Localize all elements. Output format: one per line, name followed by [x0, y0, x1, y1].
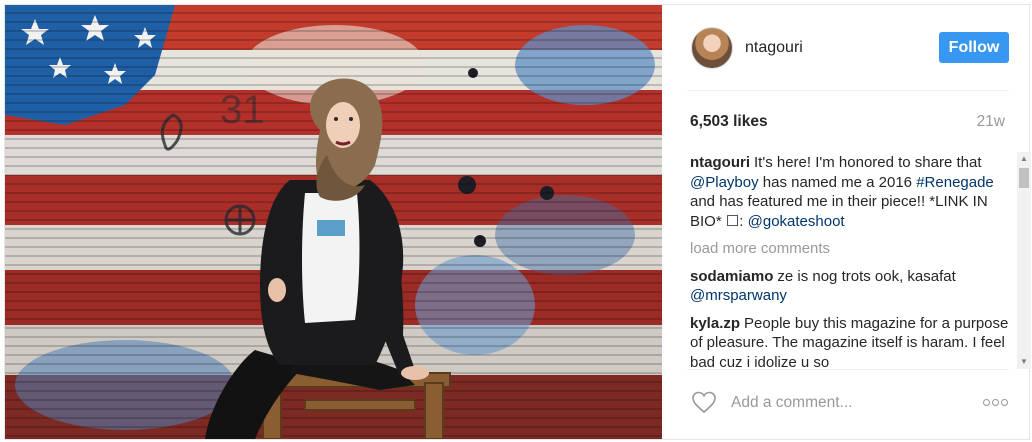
post-photo[interactable]: 31: [5, 5, 662, 439]
hashtag-link[interactable]: #Renegade: [916, 174, 994, 191]
more-options-icon[interactable]: [983, 399, 1009, 407]
load-more-comments-link[interactable]: load more comments: [690, 239, 1010, 259]
footer-divider: [687, 369, 1009, 370]
comment-item: kyla.zp People buy this magazine for a pu…: [690, 314, 1010, 370]
scroll-up-arrow-icon[interactable]: ▲: [1017, 152, 1031, 166]
photo-illustration: 31: [5, 5, 662, 439]
scroll-down-arrow-icon[interactable]: ▼: [1017, 355, 1031, 369]
mention-link[interactable]: @mrsparwany: [690, 287, 787, 304]
post-author-username[interactable]: ntagouri: [745, 39, 803, 57]
mention-link[interactable]: @Playboy: [690, 174, 759, 191]
caption-text: has named me a 2016: [758, 173, 917, 191]
heart-icon[interactable]: [691, 390, 717, 414]
post-modal: 31: [4, 4, 1031, 440]
mention-link[interactable]: @gokateshoot: [748, 213, 845, 230]
caption-username[interactable]: ntagouri: [690, 154, 750, 171]
post-timestamp[interactable]: 21w: [977, 113, 1005, 131]
comment-username[interactable]: kyla.zp: [690, 315, 740, 332]
follow-button[interactable]: Follow: [939, 32, 1009, 63]
comment-text: ze is nog trots ook, kasafat: [777, 267, 956, 285]
scrollbar-thumb[interactable]: [1019, 168, 1029, 188]
comment-username[interactable]: sodamiamo: [690, 268, 773, 285]
comments-scrollbar[interactable]: ▲ ▼: [1017, 152, 1031, 369]
comment-item: sodamiamo ze is nog trots ook, kasafat @m…: [690, 267, 1010, 306]
comments-list: ntagouri It's here! I'm honored to share …: [690, 153, 1010, 369]
post-details-panel: ntagouri Follow 6,503 likes 21w ntagouri…: [663, 5, 1031, 439]
add-comment-input[interactable]: [731, 394, 951, 412]
caption-text: It's here! I'm honored to share that: [754, 154, 982, 171]
avatar[interactable]: [691, 27, 733, 69]
post-header: ntagouri Follow: [687, 5, 1009, 91]
caption: ntagouri It's here! I'm honored to share …: [690, 153, 1010, 231]
likes-count[interactable]: 6,503 likes: [690, 113, 768, 131]
